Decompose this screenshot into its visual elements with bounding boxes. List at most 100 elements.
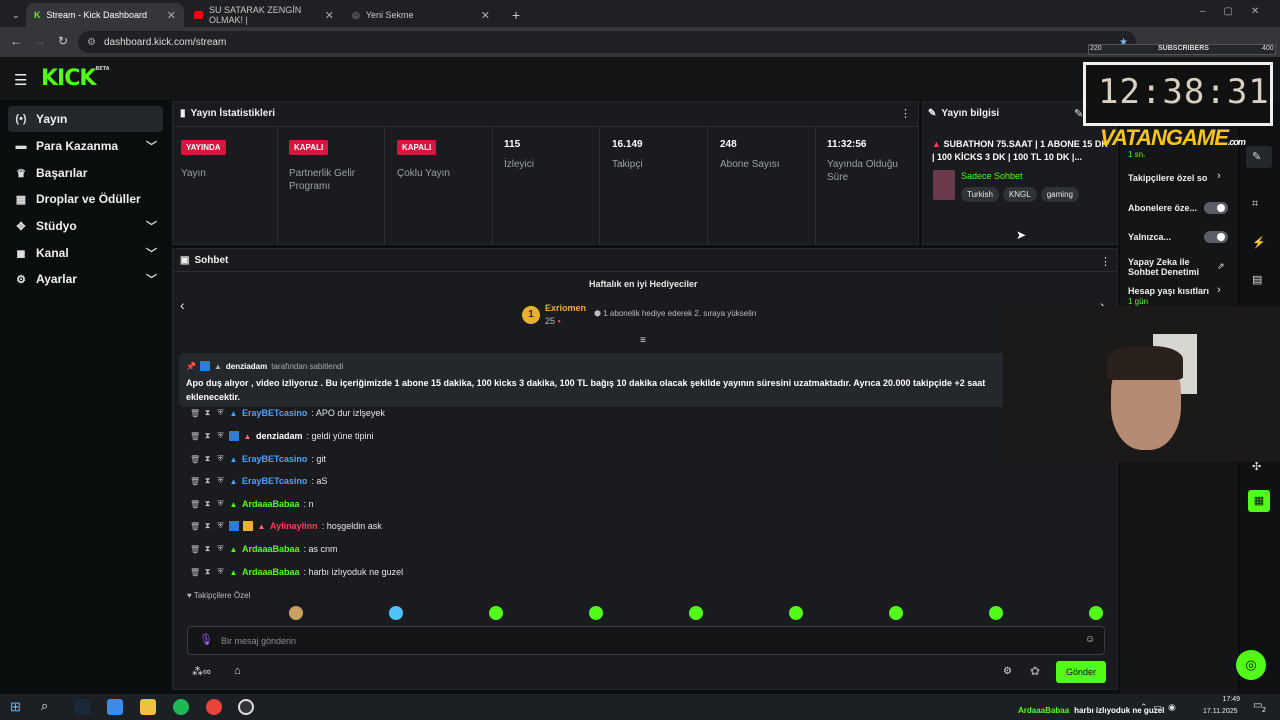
tag[interactable]: gaming bbox=[1040, 187, 1079, 202]
chat-message[interactable]: 🗑 ⧗ ⛨ ▲ ErayBETcasino: APO dur izlşeyek bbox=[190, 408, 385, 418]
chat-message[interactable]: 🗑 ⧗ ⛨ ▲ ErayBETcasino: aS bbox=[190, 476, 327, 486]
emote-icon[interactable] bbox=[289, 606, 303, 620]
stats-menu-icon[interactable]: ⋮ bbox=[900, 107, 911, 120]
emote-icon[interactable] bbox=[1089, 606, 1103, 620]
top-gifter-name[interactable]: Exriomen bbox=[545, 303, 586, 313]
reload-icon[interactable]: ↻ bbox=[58, 34, 68, 48]
chat-message[interactable]: 🗑 ⧗ ⛨ ▲ ArdaaaBabaa: n bbox=[190, 499, 314, 509]
setting-followers-only[interactable]: Takipçilere özel so bbox=[1128, 173, 1207, 183]
chat-text: : as cnm bbox=[303, 544, 338, 554]
clock-time[interactable]: 17:49 bbox=[1210, 696, 1240, 703]
close-tab-icon[interactable]: ✕ bbox=[325, 9, 334, 22]
tab-search-button[interactable]: ⌄ bbox=[4, 3, 24, 27]
emote-icon[interactable] bbox=[389, 606, 403, 620]
chat-username: ErayBETcasino bbox=[242, 454, 308, 464]
chat-message[interactable]: 🗑 ⧗ ⛨ ▲ denziadam: geldi yüne tipini bbox=[190, 431, 374, 441]
address-bar[interactable]: ⚙ dashboard.kick.com/stream ★ bbox=[78, 31, 1136, 53]
emote-icon[interactable] bbox=[489, 606, 503, 620]
system-tray-icons[interactable]: ⌃▭◉ bbox=[1140, 702, 1182, 713]
chat-message[interactable]: 🗑 ⧗ ⛨ ▲ Aylinaylinn: hoşgeldin ask bbox=[190, 521, 382, 531]
gifters-prev-icon[interactable]: ‹ bbox=[180, 297, 185, 313]
frame-icon[interactable]: ⌗ bbox=[1252, 198, 1258, 211]
sidebar-item-label: Başarılar bbox=[36, 166, 88, 180]
chat-message[interactable]: 🗑 ⧗ ⛨ ▲ ArdaaaBabaa: harbı izlıyoduk ne guze… bbox=[190, 567, 403, 577]
menu-icon[interactable]: ☰ bbox=[14, 71, 27, 89]
tab-youtube[interactable]: SU SATARAK ZENGİN OLMAK! | ✕ bbox=[186, 3, 342, 27]
sidebar-item-para-kazanma[interactable]: ▬ Para Kazanma ﹀ bbox=[8, 133, 163, 159]
microphone-icon[interactable]: 🎙 bbox=[199, 633, 213, 646]
steam-icon[interactable] bbox=[74, 699, 90, 715]
new-tab-button[interactable]: + bbox=[504, 3, 522, 27]
setting-ai-moderation[interactable]: Yapay Zeka ile Sohbet Denetimi bbox=[1128, 257, 1212, 277]
tag[interactable]: Turkish bbox=[961, 187, 999, 202]
ban-icon: ⛨ bbox=[217, 567, 224, 576]
folder-icon[interactable] bbox=[140, 699, 156, 715]
emote-icon[interactable] bbox=[689, 606, 703, 620]
emote-section-title: ♥ Takipçilere Özel bbox=[187, 591, 251, 600]
obs-icon[interactable] bbox=[238, 699, 254, 715]
stat-value: 16.149 bbox=[612, 139, 643, 150]
gift-settings-icon[interactable]: ✿ bbox=[1030, 664, 1040, 678]
tab-kick-dashboard[interactable]: K Stream - Kick Dashboard ✕ bbox=[26, 3, 184, 27]
pinned-header: 📌 ▲ denziadam tarafından sabitlendi bbox=[186, 361, 344, 371]
points-icon[interactable]: ⁂∞ bbox=[192, 665, 211, 678]
close-tab-icon[interactable]: ✕ bbox=[167, 9, 176, 22]
clip-icon[interactable]: ▦ bbox=[1248, 490, 1270, 512]
timeout-icon: ⧗ bbox=[204, 521, 211, 530]
chat-input-placeholder: Bir mesaj gönderin bbox=[221, 636, 297, 646]
chevron-right-icon[interactable]: › bbox=[1217, 284, 1221, 296]
only-toggle[interactable] bbox=[1204, 231, 1228, 243]
windows-start-icon[interactable]: ⊞ bbox=[10, 699, 21, 715]
collapse-icon[interactable]: ≡ bbox=[640, 335, 646, 346]
sidebar-item-yayin[interactable]: (•) Yayın bbox=[8, 106, 163, 132]
chat-message[interactable]: 🗑 ⧗ ⛨ ▲ ErayBETcasino: git bbox=[190, 454, 326, 464]
sidebar-item-ayarlar[interactable]: ⚙ Ayarlar ﹀ bbox=[8, 266, 163, 292]
emote-icon[interactable] bbox=[589, 606, 603, 620]
chat-menu-icon[interactable]: ⋮ bbox=[1100, 255, 1111, 268]
sidebar-item-kanal[interactable]: ◼ Kanal ﹀ bbox=[8, 240, 163, 266]
tab-new-tab[interactable]: ◎ Yeni Sekme ✕ bbox=[344, 3, 498, 27]
clock-date[interactable]: 17.11.2025 bbox=[1203, 708, 1238, 715]
external-link-icon[interactable]: ⇗ bbox=[1217, 261, 1225, 272]
kick-logo[interactable]: KICKBETA bbox=[41, 66, 110, 91]
stat-value: 115 bbox=[504, 139, 521, 150]
lightning-icon[interactable]: ⚡ bbox=[1252, 236, 1266, 249]
emote-icon[interactable] bbox=[889, 606, 903, 620]
support-icon[interactable]: ◎ bbox=[1236, 650, 1266, 680]
setting-subscribers-only[interactable]: Abonelere öze... bbox=[1128, 203, 1197, 213]
stat-label: Takipçi bbox=[612, 159, 643, 170]
sidebar-item-studyo[interactable]: ✥ Stüdyo ﹀ bbox=[8, 213, 163, 239]
tag[interactable]: KNGL bbox=[1002, 187, 1037, 202]
emoji-icon[interactable]: ☺ bbox=[1085, 634, 1095, 645]
category-link[interactable]: Sadece Sohbet bbox=[961, 171, 1023, 181]
close-tab-icon[interactable]: ✕ bbox=[481, 9, 490, 22]
store-icon[interactable]: ⌂ bbox=[234, 665, 241, 677]
emote-icon[interactable] bbox=[789, 606, 803, 620]
site-info-icon[interactable]: ⚙ bbox=[87, 37, 96, 48]
stream-title: ▲ SUBATHON 75.SAAT | 1 ABONE 15 DK | 100… bbox=[932, 139, 1108, 162]
spotify-icon[interactable] bbox=[173, 699, 189, 715]
chat-username: Aylinaylinn bbox=[270, 521, 318, 531]
search-icon[interactable]: ⌕ bbox=[41, 698, 48, 714]
setting-only[interactable]: Yalnızca... bbox=[1128, 232, 1171, 242]
pencil-icon[interactable]: ✎ bbox=[1252, 150, 1261, 163]
sidebar-item-droplar[interactable]: ▦ Droplar ve Ödüller bbox=[8, 186, 163, 212]
emote-icon[interactable] bbox=[989, 606, 1003, 620]
chat-input-field[interactable] bbox=[187, 626, 1105, 655]
subscribers-only-toggle[interactable] bbox=[1204, 202, 1228, 214]
chevron-right-icon[interactable]: › bbox=[1217, 170, 1221, 182]
store-icon[interactable] bbox=[107, 699, 123, 715]
edit-icon[interactable]: ✎ bbox=[1074, 107, 1083, 120]
chat-message[interactable]: 🗑 ⧗ ⛨ ▲ ArdaaaBabaa: as cnm bbox=[190, 544, 338, 554]
setting-account-age[interactable]: Hesap yaşı kısıtları bbox=[1128, 286, 1209, 296]
send-button[interactable]: Gönder bbox=[1056, 661, 1106, 683]
window-controls[interactable]: –▢✕ bbox=[1200, 6, 1277, 17]
sidebar-item-basarilar[interactable]: ♛ Başarılar bbox=[8, 160, 163, 186]
forward-icon[interactable]: → bbox=[34, 34, 46, 48]
back-icon[interactable]: ← bbox=[10, 34, 22, 48]
pinned-text: Apo duş alıyor , video izliyoruz . Bu iç… bbox=[186, 378, 986, 402]
category-thumbnail[interactable] bbox=[933, 170, 955, 200]
document-icon[interactable]: ▤ bbox=[1252, 273, 1262, 286]
chrome-icon[interactable] bbox=[206, 699, 222, 715]
chat-settings-icon[interactable]: ⚙ bbox=[1003, 666, 1012, 677]
